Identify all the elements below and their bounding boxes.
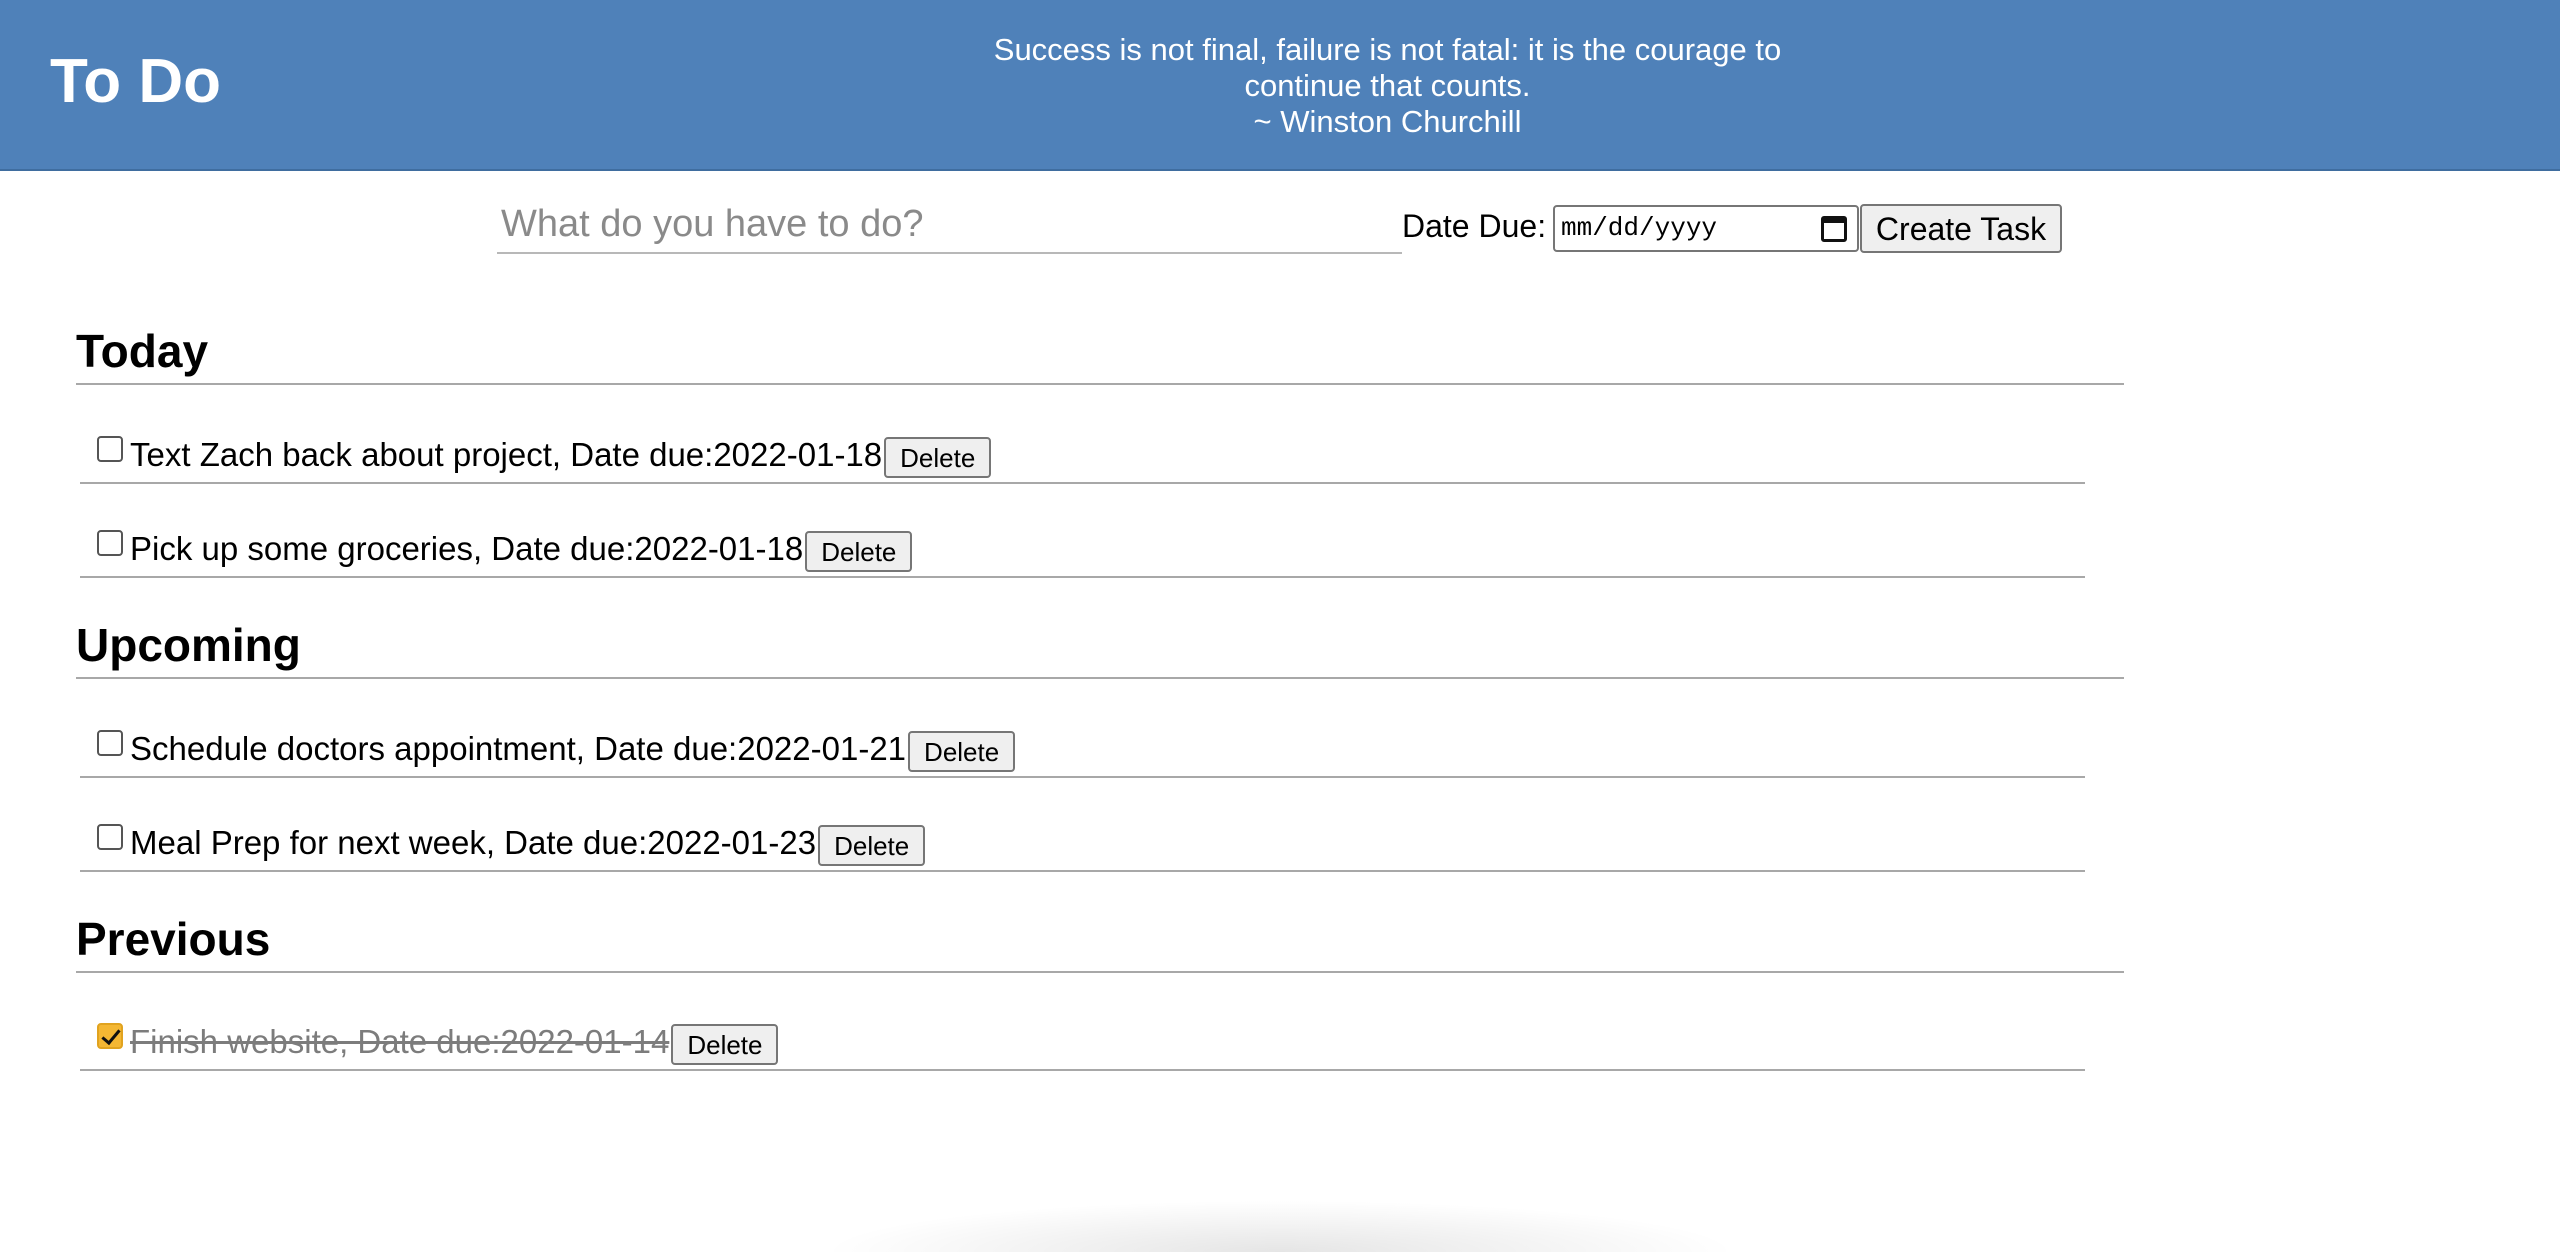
- task-item: Text Zach back about project, Date due:2…: [130, 431, 992, 478]
- task-input[interactable]: [497, 196, 1402, 254]
- delete-task-button[interactable]: Delete: [884, 437, 992, 478]
- quote-block: Success is not final, failure is not fat…: [950, 32, 1825, 140]
- task-row: Text Zach back about project, Date due:2…: [80, 434, 2085, 484]
- section-title-upcoming: Upcoming: [76, 617, 2124, 679]
- create-task-button[interactable]: Create Task: [1860, 204, 2062, 253]
- delete-task-button[interactable]: Delete: [818, 825, 926, 866]
- section-title-today: Today: [76, 323, 2124, 385]
- quote-line-2: continue that counts.: [1244, 68, 1531, 103]
- date-due-label: Date Due:: [1402, 208, 1547, 244]
- bottom-shadow: [820, 1200, 1740, 1252]
- task-label: Pick up some groceries, Date due:2022-01…: [130, 529, 804, 567]
- task-item-completed: Finish website, Date due:2022-01-14 Dele…: [130, 1018, 779, 1065]
- app-title: To Do: [50, 47, 222, 116]
- task-row: Schedule doctors appointment, Date due:2…: [80, 728, 2085, 778]
- task-label: Text Zach back about project, Date due:2…: [130, 435, 883, 473]
- task-item: Pick up some groceries, Date due:2022-01…: [130, 525, 913, 572]
- task-row: Meal Prep for next week, Date due:2022-0…: [80, 822, 2085, 872]
- section-title-previous: Previous: [76, 911, 2124, 973]
- date-placeholder: mm/dd/yyyy: [1561, 213, 1718, 243]
- task-label: Schedule doctors appointment, Date due:2…: [130, 729, 907, 767]
- quote-line-1: Success is not final, failure is not fat…: [993, 32, 1782, 67]
- task-checkbox[interactable]: [97, 824, 123, 850]
- task-checkbox[interactable]: [97, 436, 123, 462]
- delete-task-button[interactable]: Delete: [908, 731, 1016, 772]
- date-due-input[interactable]: mm/dd/yyyy: [1553, 205, 1859, 252]
- task-checkbox-checked[interactable]: [97, 1023, 123, 1049]
- task-checkbox[interactable]: [97, 730, 123, 756]
- delete-task-button[interactable]: Delete: [805, 531, 913, 572]
- task-item: Meal Prep for next week, Date due:2022-0…: [130, 819, 926, 866]
- delete-task-button[interactable]: Delete: [671, 1024, 779, 1065]
- task-label: Meal Prep for next week, Date due:2022-0…: [130, 823, 817, 861]
- task-row: Finish website, Date due:2022-01-14 Dele…: [80, 1021, 2085, 1071]
- task-item: Schedule doctors appointment, Date due:2…: [130, 725, 1016, 772]
- task-label: Finish website, Date due:2022-01-14: [130, 1022, 670, 1060]
- task-checkbox[interactable]: [97, 530, 123, 556]
- task-row: Pick up some groceries, Date due:2022-01…: [80, 528, 2085, 578]
- calendar-icon[interactable]: [1821, 216, 1847, 242]
- app-header: To Do Success is not final, failure is n…: [0, 0, 2560, 171]
- quote-author: ~ Winston Churchill: [1253, 104, 1522, 139]
